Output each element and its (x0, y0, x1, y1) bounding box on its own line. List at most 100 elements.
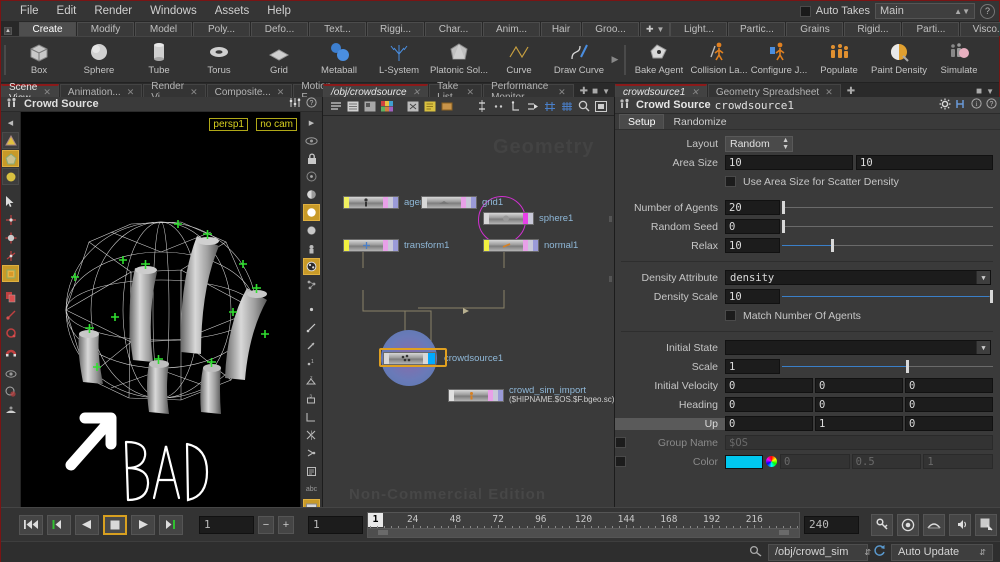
menu-edit[interactable]: Edit (48, 1, 86, 21)
chevron-down-icon[interactable]: ▼ (976, 271, 990, 284)
shelf-tab-deform[interactable]: Defo... (251, 22, 308, 36)
auto-key-icon[interactable] (897, 513, 919, 536)
shelf-overflow-left-icon[interactable]: ▶ (609, 54, 621, 65)
heading-z[interactable]: 0 (905, 397, 993, 412)
playhead[interactable]: 1 (368, 512, 383, 527)
tool-collision-layer[interactable]: Collision La... (689, 37, 749, 82)
select-mode-dynamics-icon[interactable] (2, 168, 19, 185)
random-seed-slider[interactable] (782, 219, 993, 234)
update-mode-selector[interactable]: Auto Update ⇵ (891, 543, 993, 561)
shelf-tab-rigging[interactable]: Riggi... (367, 22, 424, 36)
shelf-tab-rigid[interactable]: Rigid... (844, 22, 902, 36)
hda-icon[interactable] (955, 98, 967, 113)
jump-to-start-button[interactable] (19, 514, 43, 535)
density-scale-slider[interactable] (782, 289, 993, 304)
node-grid1[interactable]: grid1 (421, 195, 503, 209)
node-name-field[interactable]: crowdsource1 (715, 99, 935, 112)
shelf-grip-left[interactable] (4, 44, 6, 75)
node-crowdsource1[interactable]: crowdsource1 (379, 348, 503, 367)
network-grid-icon[interactable] (560, 99, 574, 113)
refresh-icon[interactable] (873, 544, 886, 560)
shelf-tab-poly[interactable]: Poly... (193, 22, 250, 36)
lock-icon[interactable] (303, 150, 320, 167)
chevron-down-icon[interactable]: ▼ (976, 341, 990, 354)
network-merge-icon[interactable] (526, 99, 540, 113)
current-frame-field[interactable]: 1 (199, 515, 254, 534)
heading-x[interactable]: 0 (725, 397, 813, 412)
prim-numbers-icon[interactable]: 2 (303, 373, 320, 390)
search-icon[interactable] (577, 99, 591, 113)
prev-keyframe-button[interactable] (47, 514, 71, 535)
up-z[interactable]: 0 (905, 416, 993, 431)
shelf-tab-particles[interactable]: Partic... (728, 22, 786, 36)
network-align-icon[interactable] (475, 99, 489, 113)
next-keyframe-button[interactable] (159, 514, 183, 535)
tool-tube[interactable]: Tube (129, 37, 189, 82)
relax-field[interactable]: 10 (725, 238, 780, 253)
visibility-icon[interactable] (2, 365, 19, 382)
initial-velocity-z[interactable]: 0 (905, 378, 993, 393)
shelf-add-left[interactable]: ✚ ▼ (640, 22, 671, 36)
menu-assets[interactable]: Assets (206, 1, 259, 21)
tool-configure-joints[interactable]: Configure J... (749, 37, 809, 82)
detail-info-icon[interactable] (303, 463, 320, 480)
topology-icon[interactable] (303, 445, 320, 462)
viewport-settings-icon[interactable] (289, 97, 301, 111)
smooth-shaded-icon[interactable] (303, 204, 320, 221)
select-mode-geometry-icon[interactable] (2, 150, 19, 167)
point-numbers-icon[interactable]: 1 (303, 355, 320, 372)
toolbar-collapse-icon[interactable]: ◀ (2, 114, 19, 131)
initial-velocity-y[interactable]: 0 (815, 378, 903, 393)
tool-lsystem[interactable]: L-System (369, 37, 429, 82)
copy-tool-icon[interactable] (2, 288, 19, 305)
ghost-icon[interactable] (2, 383, 19, 400)
stop-button[interactable] (103, 514, 127, 535)
network-branch-icon[interactable] (509, 99, 523, 113)
take-selector[interactable]: Main ▲▼ (875, 3, 975, 19)
info-icon[interactable]: i (971, 98, 982, 112)
close-icon[interactable]: ✕ (558, 87, 566, 98)
up-y[interactable]: 1 (815, 416, 903, 431)
group-name-toggle[interactable] (615, 437, 626, 448)
relax-slider[interactable] (782, 238, 993, 253)
network-box-icon[interactable] (440, 99, 454, 113)
display-visibility-icon[interactable] (303, 132, 320, 149)
3d-viewport[interactable]: persp1 no cam (21, 112, 300, 558)
shelf-tab-modify[interactable]: Modify (77, 22, 134, 36)
random-seed-field[interactable]: 0 (725, 219, 780, 234)
tool-paint-density[interactable]: Paint Density (869, 37, 929, 82)
color-toggle[interactable] (615, 456, 626, 467)
tool-bake-agent[interactable]: Bake Agent (629, 37, 689, 82)
shaded-display-icon[interactable] (303, 186, 320, 203)
help-icon[interactable]: ? (980, 3, 995, 19)
shelf-tab-viscous[interactable]: Visco... (960, 22, 1000, 36)
origin-icon[interactable] (303, 427, 320, 444)
close-icon[interactable]: ✕ (127, 87, 135, 98)
color-swatch[interactable] (725, 454, 763, 469)
vertex-numbers-icon[interactable]: 3 (303, 391, 320, 408)
shelf-collapse-icon[interactable]: ▲ (4, 27, 12, 35)
scale-field[interactable]: 1 (725, 359, 780, 374)
close-icon[interactable]: ✕ (190, 87, 198, 98)
graph-display-icon[interactable] (303, 276, 320, 293)
density-attribute-field[interactable]: density ▼ (725, 270, 991, 285)
select-mode-object-icon[interactable] (2, 132, 19, 149)
point-display-icon[interactable] (303, 168, 320, 185)
area-size-y-field[interactable]: 10 (856, 155, 993, 170)
move-tool-icon[interactable] (2, 229, 19, 246)
match-agents-checkbox[interactable] (725, 310, 736, 321)
measure-tool-icon[interactable] (2, 306, 19, 323)
layout-dropdown[interactable]: Random ▲ ▼ (725, 135, 793, 152)
network-thumbnail-icon[interactable] (363, 99, 377, 113)
shelf-tab-model[interactable]: Model (135, 22, 192, 36)
tool-terrain[interactable]: Terrain (989, 37, 1000, 82)
toolbar-expand-icon[interactable]: ▶ (303, 114, 320, 131)
handle-tool-icon[interactable] (2, 211, 19, 228)
tool-torus[interactable]: Torus (189, 37, 249, 82)
color-b-field[interactable]: 1 (923, 454, 994, 469)
node-sphere1[interactable]: sphere1 (483, 211, 573, 225)
audio-icon[interactable] (949, 513, 971, 536)
ruler-range-bar[interactable] (368, 527, 799, 537)
initial-velocity-x[interactable]: 0 (725, 378, 813, 393)
heading-y[interactable]: 0 (815, 397, 903, 412)
